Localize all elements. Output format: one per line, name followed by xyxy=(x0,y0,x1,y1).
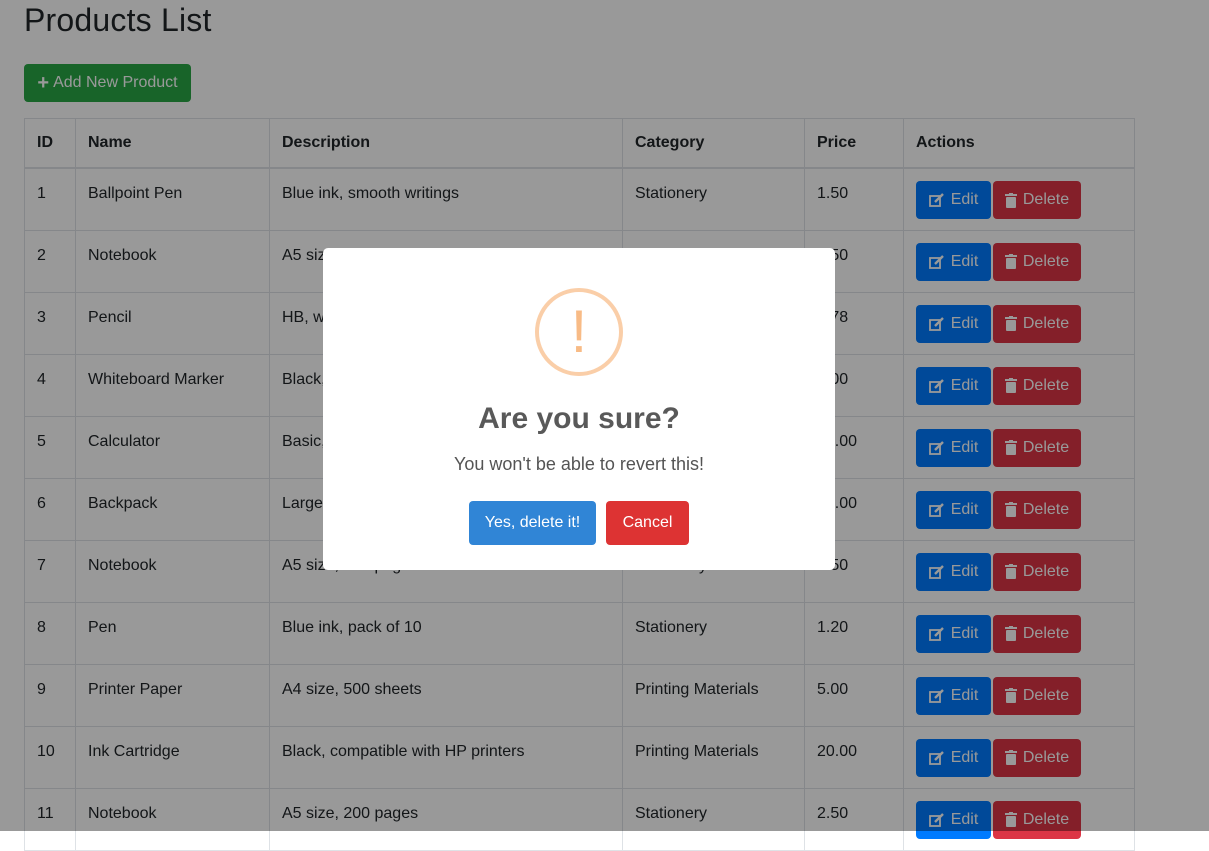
cancel-button[interactable]: Cancel xyxy=(606,501,689,545)
dialog-text: You won't be able to revert this! xyxy=(454,454,704,474)
warning-icon: ! xyxy=(535,288,623,376)
dialog-title: Are you sure? xyxy=(478,402,680,435)
confirm-delete-dialog: ! Are you sure? You won't be able to rev… xyxy=(323,248,835,570)
confirm-delete-button[interactable]: Yes, delete it! xyxy=(469,501,596,545)
